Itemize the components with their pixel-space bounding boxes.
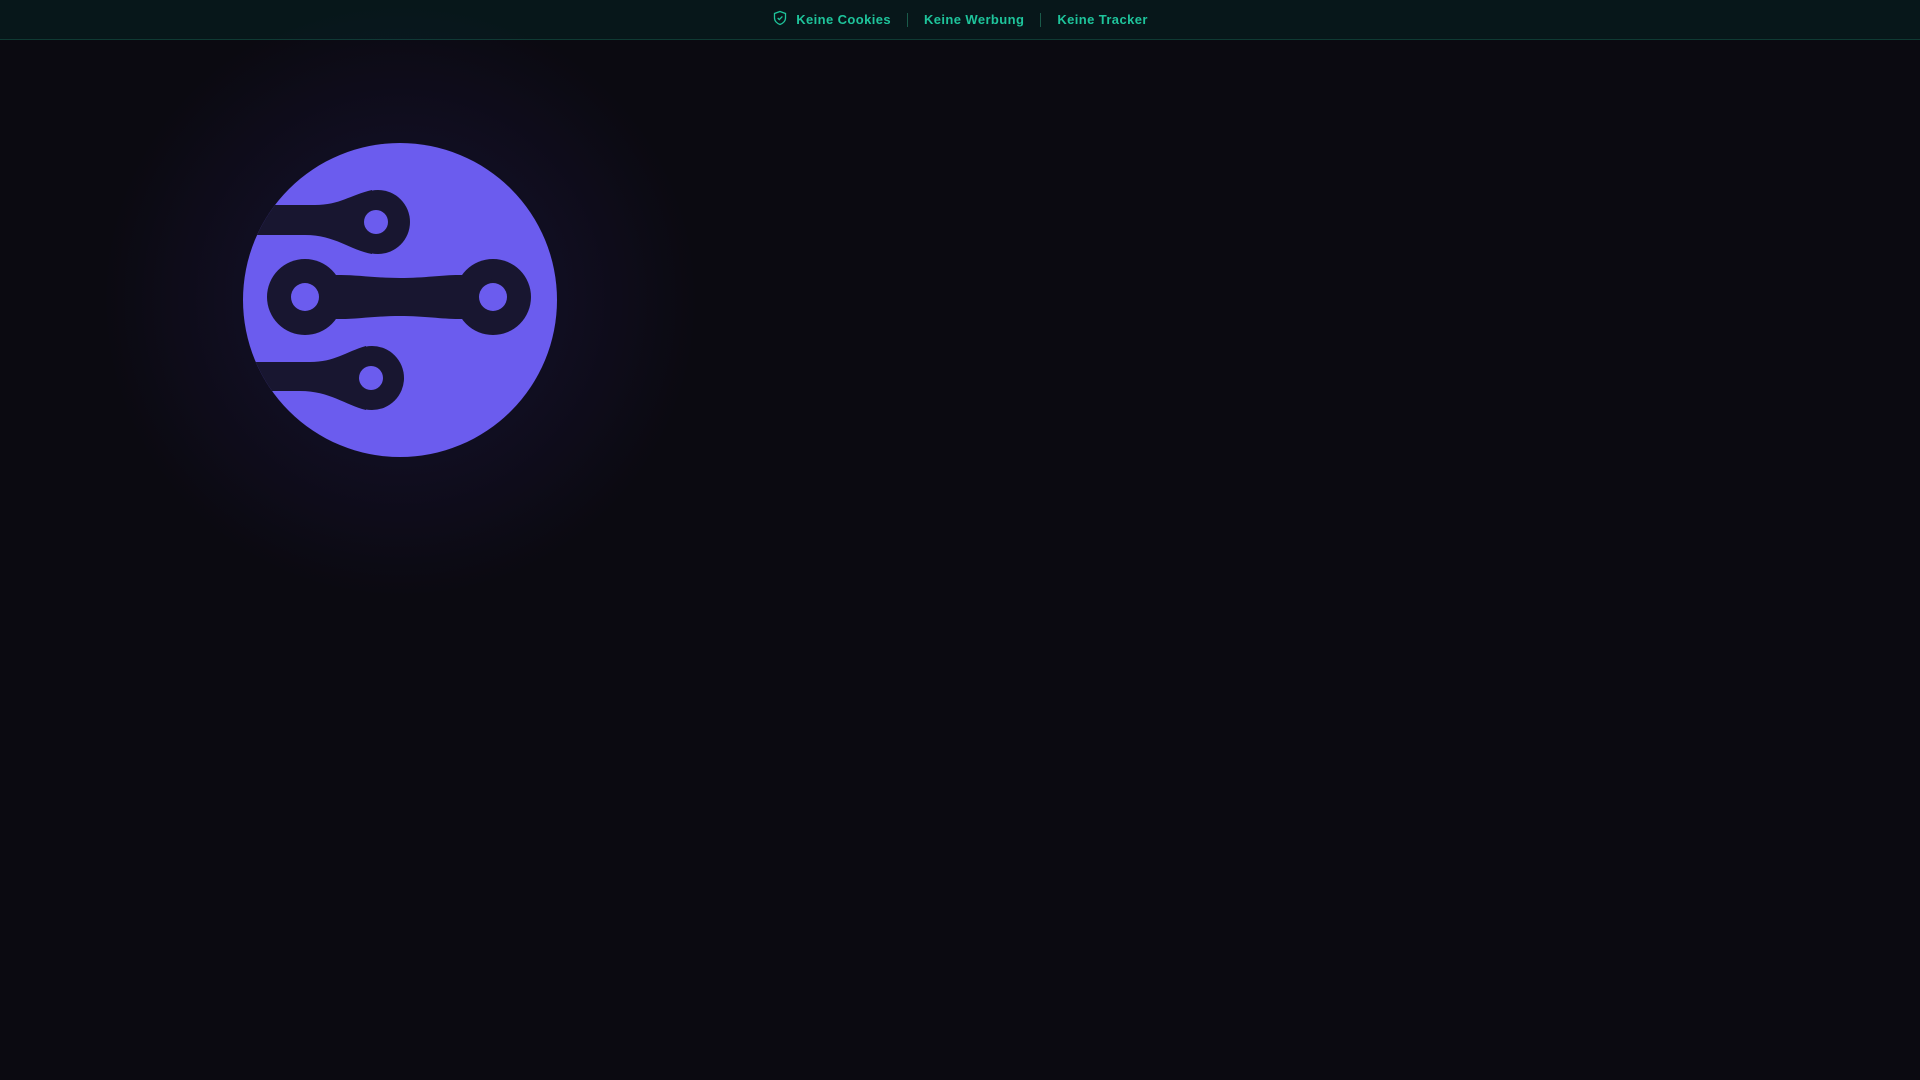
- privacy-item-label: Keine Werbung: [924, 12, 1025, 27]
- network-globe-logo-icon: [243, 143, 557, 457]
- privacy-item-label: Keine Tracker: [1057, 12, 1148, 27]
- divider: [907, 12, 908, 27]
- privacy-item-label: Keine Cookies: [796, 12, 891, 27]
- privacy-item-trackers: Keine Tracker: [1057, 12, 1147, 27]
- divider: [1040, 12, 1042, 27]
- privacy-item-ads: Keine Werbung: [924, 12, 1024, 27]
